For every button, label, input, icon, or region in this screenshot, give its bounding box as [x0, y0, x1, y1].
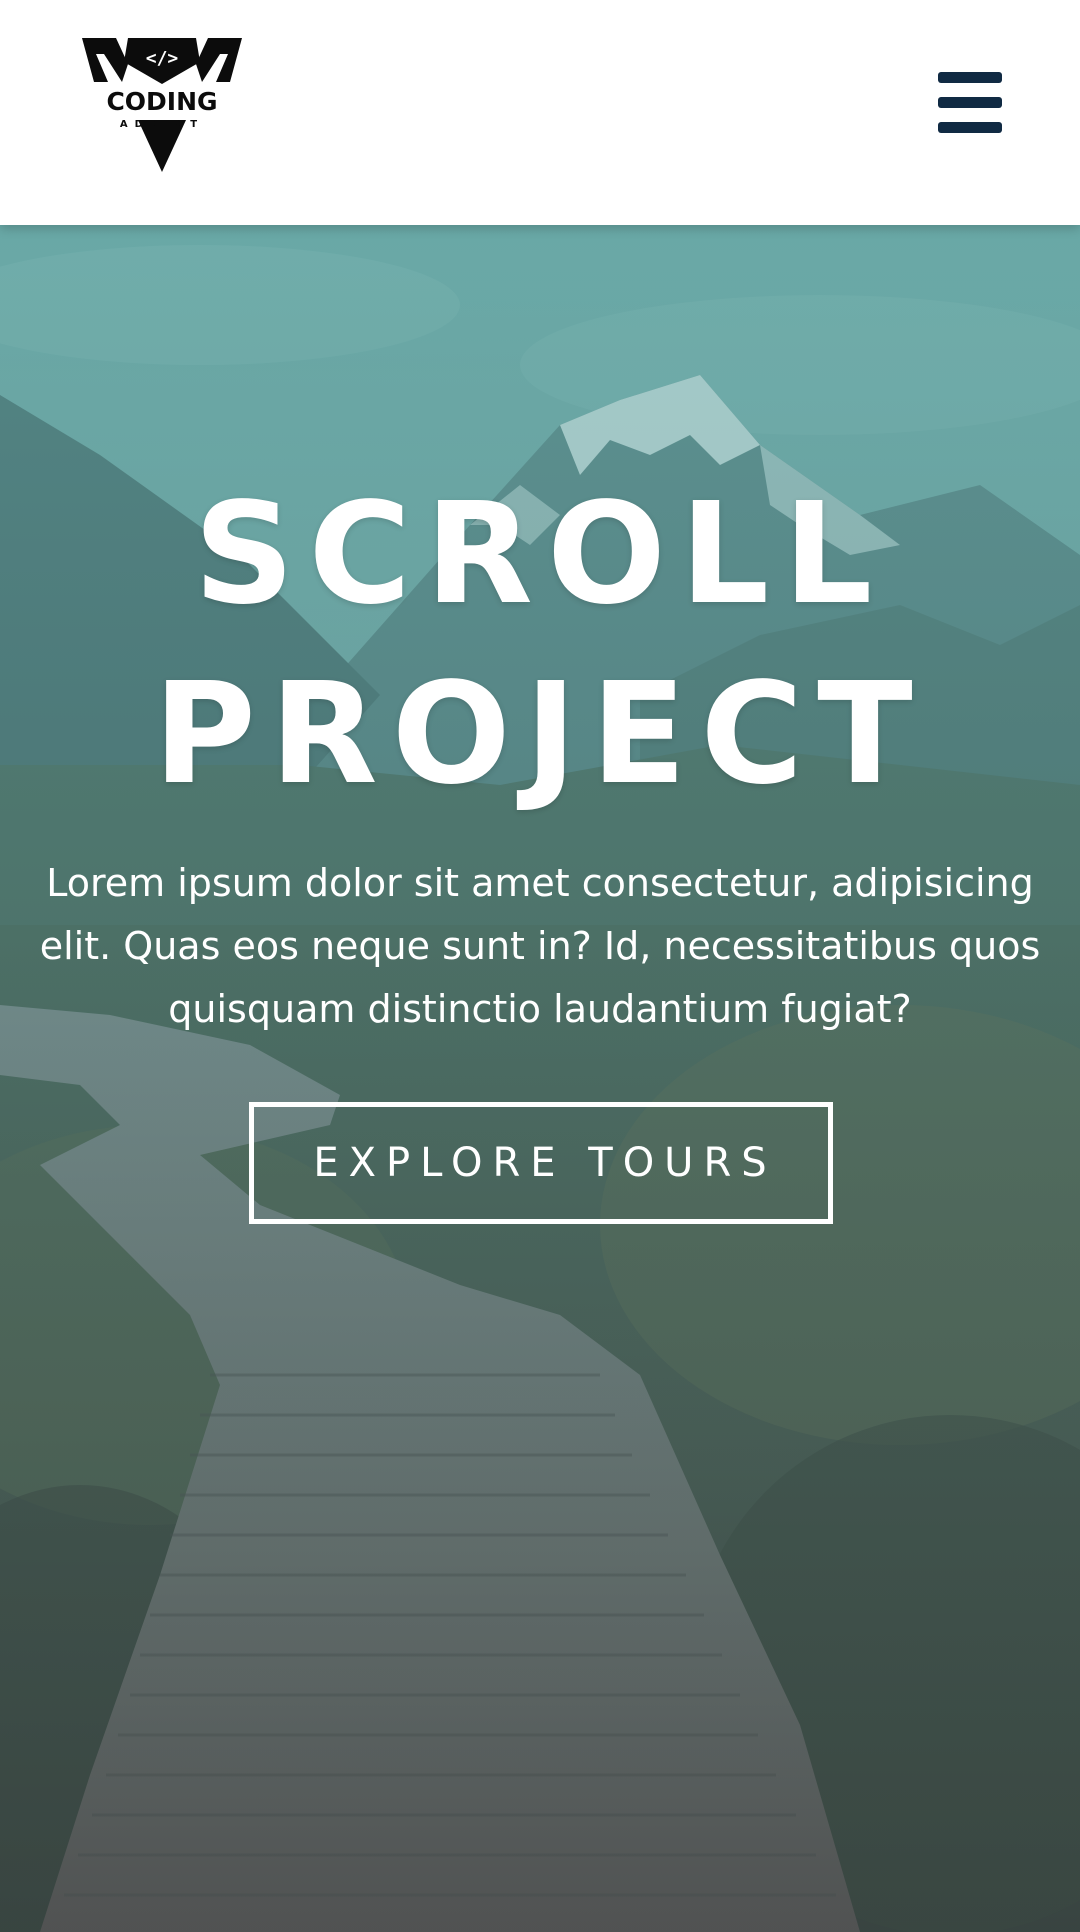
menu-bar — [938, 72, 1002, 83]
hero-title: SCROLL PROJECT — [0, 465, 1080, 825]
logo-glyph: </> — [146, 48, 179, 69]
hamburger-menu-icon[interactable] — [930, 64, 1010, 140]
menu-bar — [938, 97, 1002, 108]
navbar: </> CODING ADDICT — [0, 0, 1080, 225]
logo[interactable]: </> CODING ADDICT — [82, 36, 242, 172]
hero-description: Lorem ipsum dolor sit amet consectetur, … — [39, 861, 1041, 1031]
hero-title-line2: PROJECT — [153, 653, 927, 816]
logo-text-line2: ADDICT — [120, 119, 204, 130]
coding-addict-logo-icon: </> CODING ADDICT — [82, 38, 242, 172]
hero-title-line1: SCROLL — [193, 473, 887, 636]
menu-bar — [938, 122, 1002, 133]
hero-section: SCROLL PROJECT Lorem ipsum dolor sit ame… — [0, 225, 1080, 1932]
logo-text-line1: CODING — [106, 87, 217, 116]
explore-tours-button[interactable]: EXPLORE TOURS — [249, 1102, 833, 1224]
